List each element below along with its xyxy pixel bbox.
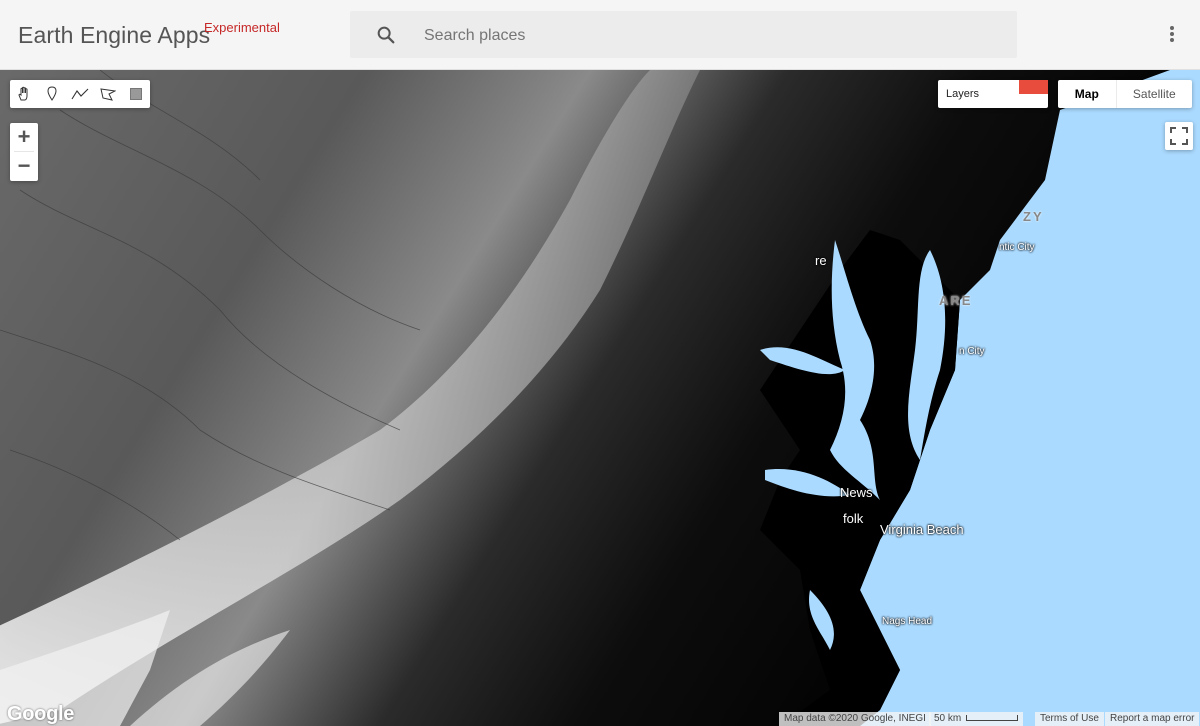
layers-button[interactable]: Layers bbox=[938, 80, 1048, 108]
layer-color-swatch bbox=[1019, 80, 1048, 94]
place-label-state-de: ARE bbox=[939, 293, 973, 308]
map-type-map-button[interactable]: Map bbox=[1058, 80, 1116, 108]
elevation-layer bbox=[0, 70, 1200, 726]
layers-label: Layers bbox=[946, 88, 980, 100]
zoom-out-button[interactable]: − bbox=[10, 152, 38, 180]
map-type-satellite-button[interactable]: Satellite bbox=[1115, 80, 1192, 108]
experimental-badge: Experimental bbox=[204, 20, 280, 35]
scale-text: 50 km bbox=[934, 713, 962, 724]
app-title: Earth Engine Apps bbox=[18, 22, 211, 48]
scale-bar bbox=[966, 715, 1019, 722]
pan-hand-icon[interactable] bbox=[10, 80, 38, 108]
map-type-control: Map Satellite bbox=[1058, 80, 1192, 108]
map-data-attribution: Map data ©2020 Google, INEGI bbox=[779, 712, 931, 726]
place-label-ocean-city: n City bbox=[959, 346, 985, 357]
drawing-toolbar bbox=[10, 80, 150, 108]
place-label-state-ny: ZY bbox=[1023, 209, 1044, 224]
place-label-norfolk: folk bbox=[843, 511, 864, 526]
google-logo: Google bbox=[7, 703, 75, 725]
point-marker-icon[interactable] bbox=[38, 80, 66, 108]
place-label-virginia-beach: Virginia Beach bbox=[880, 522, 964, 537]
place-label-nags-head: Nags Head bbox=[882, 616, 933, 627]
place-label-newport-news: News bbox=[840, 485, 873, 500]
zoom-control: + − bbox=[10, 123, 38, 181]
place-label-baltimore: re bbox=[815, 253, 827, 268]
app-header: Earth Engine Apps Experimental bbox=[0, 0, 1200, 70]
report-error-link[interactable]: Report a map error bbox=[1105, 712, 1200, 726]
scale-control[interactable]: 50 km bbox=[929, 712, 1024, 726]
line-icon[interactable] bbox=[66, 80, 94, 108]
terms-link[interactable]: Terms of Use bbox=[1035, 712, 1104, 726]
polygon-icon[interactable] bbox=[94, 80, 122, 108]
more-vert-icon[interactable] bbox=[1160, 22, 1184, 46]
map-canvas[interactable]: + − Layers Map Satellite ZY ntic City AR… bbox=[0, 70, 1200, 726]
search-icon[interactable] bbox=[375, 24, 397, 46]
search-input[interactable] bbox=[422, 21, 986, 51]
fullscreen-button[interactable] bbox=[1165, 122, 1193, 150]
zoom-in-button[interactable]: + bbox=[10, 123, 38, 151]
rectangle-icon[interactable] bbox=[122, 80, 150, 108]
place-label-atlantic-city: ntic City bbox=[999, 242, 1035, 253]
map-data-text: Map data ©2020 Google, INEGI bbox=[784, 713, 926, 724]
search-box[interactable] bbox=[350, 11, 1017, 58]
fullscreen-icon bbox=[1170, 127, 1188, 145]
